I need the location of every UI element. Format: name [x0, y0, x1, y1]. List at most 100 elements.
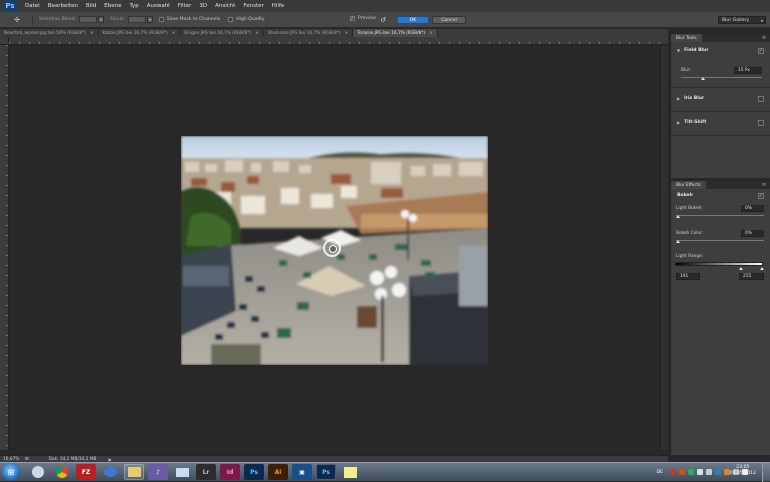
bokeh-checkbox[interactable]: ✓ — [758, 193, 764, 199]
blur-slider-track[interactable] — [681, 77, 762, 78]
app-icon[interactable]: ▣ — [292, 464, 312, 480]
photoshop-running-icon[interactable]: Ps — [316, 464, 336, 480]
menu-hilfe[interactable]: Hilfe — [268, 3, 289, 9]
tab-document[interactable]: Katzer.JPG bei 16,7% (RGB/8*) × — [99, 29, 181, 37]
blur-pin-handle[interactable] — [323, 239, 341, 257]
tilt-shift-checkbox[interactable] — [758, 120, 764, 126]
document-size: Dok: 34,2 MB/34,2 MB — [48, 456, 97, 462]
chrome-icon[interactable] — [52, 464, 72, 480]
tray-network-icon[interactable] — [697, 469, 703, 475]
folder-icon[interactable] — [124, 464, 144, 480]
blur-slider-thumb[interactable] — [701, 77, 705, 80]
iris-blur-checkbox[interactable] — [758, 96, 764, 102]
tilt-shift-row[interactable]: ▶ Tilt-Shift — [677, 120, 706, 125]
bokeh-color-field[interactable]: 0% — [741, 230, 764, 237]
focus-field[interactable] — [127, 16, 146, 23]
light-range-low-field[interactable]: 191 — [676, 273, 700, 280]
start-button[interactable]: ⊞ — [2, 463, 20, 481]
menu-datei[interactable]: Datei — [21, 3, 44, 9]
iris-blur-row[interactable]: ▶ Iris Blur — [677, 96, 704, 101]
close-icon[interactable]: × — [345, 31, 349, 36]
menu-3d[interactable]: 3D — [195, 3, 211, 9]
focus-dropdown[interactable]: ▾ — [146, 16, 153, 23]
tab-document[interactable]: Stockrose.JPG bei 16,7% (RGB/8*) × — [264, 29, 354, 37]
pin-tool-icon[interactable]: ✢ — [8, 15, 26, 25]
clock-date: 03.05.2012 — [729, 471, 756, 476]
tab-document[interactable]: NewYork_worker.jpg bei 50% (RGB/8*) × — [0, 29, 99, 37]
light-range-label: Light Range: — [676, 254, 704, 259]
workspace-switcher[interactable]: Blur Gallery ▾ — [718, 16, 766, 24]
menu-ansicht[interactable]: Ansicht — [211, 3, 239, 9]
panel-menu-icon[interactable]: ≡ — [762, 182, 766, 188]
filezilla-icon[interactable]: FZ — [76, 464, 96, 480]
winamp-icon[interactable]: ♪ — [148, 464, 168, 480]
blur-effects-tab[interactable]: Blur Effects — [671, 181, 706, 189]
close-icon[interactable]: × — [429, 31, 433, 36]
ok-button[interactable]: OK — [397, 16, 429, 24]
close-icon[interactable]: × — [172, 31, 176, 36]
photoshop-window: Ps Datei Bearbeiten Bild Ebene Typ Auswa… — [0, 0, 770, 482]
bokeh-color-slider-thumb[interactable] — [676, 240, 680, 243]
tab-label: NewYork_worker.jpg bei 50% (RGB/8*) — [4, 30, 86, 36]
light-bokeh-slider-thumb[interactable] — [676, 215, 680, 218]
blur-value-field[interactable]: 15 Px — [734, 67, 762, 74]
light-range-low-thumb[interactable] — [739, 267, 743, 270]
menu-fenster[interactable]: Fenster — [239, 3, 267, 9]
light-bokeh-field[interactable]: 0% — [741, 205, 764, 212]
menu-typ[interactable]: Typ — [125, 3, 142, 9]
bokeh-color-slider-track[interactable] — [676, 240, 764, 241]
vertical-ruler[interactable] — [0, 45, 9, 450]
expand-triangle-icon[interactable]: ▼ — [677, 48, 680, 53]
illustrator-icon[interactable]: Ai — [268, 464, 288, 480]
thunderbird-icon[interactable] — [100, 464, 120, 480]
mail-icon[interactable] — [172, 464, 192, 480]
language-indicator[interactable]: DE — [657, 470, 663, 475]
tray-volume-icon[interactable] — [706, 469, 712, 475]
status-info-icon[interactable]: ⊞ — [25, 457, 29, 462]
field-blur-checkbox[interactable]: ✓ — [758, 48, 764, 54]
expand-triangle-icon[interactable]: ▶ — [677, 120, 680, 125]
reset-pins-icon[interactable]: ↺ — [378, 15, 388, 25]
clock[interactable]: 23:05 03.05.2012 — [730, 465, 756, 477]
selection-bleed-field[interactable] — [79, 16, 98, 23]
preview-checkbox[interactable]: ✓ — [350, 16, 355, 22]
show-desktop-button[interactable] — [762, 463, 770, 482]
light-range-high-thumb[interactable] — [760, 267, 764, 270]
expand-triangle-icon[interactable]: ▶ — [677, 96, 680, 101]
menu-ebene[interactable]: Ebene — [100, 3, 125, 9]
sticky-notes-icon[interactable] — [340, 464, 360, 480]
light-bokeh-slider-track[interactable] — [676, 215, 764, 216]
tray-mail-icon[interactable] — [670, 469, 676, 475]
field-blur-row[interactable]: ▼ Field Blur — [677, 48, 708, 53]
status-menu-arrow-icon[interactable]: ▶ — [108, 457, 111, 462]
tab-label: Ringen.JPG bei 16,7% (RGB/8*) — [184, 30, 252, 36]
selection-bleed-dropdown[interactable]: ▾ — [98, 16, 105, 23]
menu-filter[interactable]: Filter — [174, 3, 196, 9]
tab-document[interactable]: Ringen.JPG bei 16,7% (RGB/8*) × — [180, 29, 264, 37]
close-icon[interactable]: × — [90, 31, 94, 36]
panel-menu-icon[interactable]: ≡ — [762, 35, 766, 41]
menu-auswahl[interactable]: Auswahl — [143, 3, 174, 9]
indesign-icon[interactable]: Id — [220, 464, 240, 480]
photoshop-icon[interactable]: Ps — [244, 464, 264, 480]
tab-document-active[interactable]: Terasse.JPG bei 16,7% (RGB/8*) × — [353, 29, 438, 37]
tray-security-icon[interactable] — [688, 469, 694, 475]
lightroom-icon[interactable]: Lr — [196, 464, 216, 480]
cancel-button[interactable]: Cancel — [432, 16, 466, 24]
menu-bild[interactable]: Bild — [82, 3, 100, 9]
zoom-level[interactable]: 16,67% — [3, 457, 25, 462]
high-quality-checkbox[interactable] — [228, 17, 234, 22]
light-range-high-field[interactable]: 255 — [739, 273, 764, 280]
tray-flag-icon[interactable] — [715, 469, 721, 475]
horizontal-ruler[interactable] — [9, 37, 668, 45]
vertical-scrollbar[interactable] — [660, 45, 668, 450]
explorer-icon[interactable] — [28, 464, 48, 480]
ruler-corner — [0, 37, 9, 45]
high-quality-label: High Quality — [236, 17, 265, 22]
tray-app-icon[interactable] — [679, 469, 685, 475]
menu-bearbeiten[interactable]: Bearbeiten — [44, 3, 82, 9]
taskbar: ⊞ FZ ♪ Lr Id Ps Ai ▣ Ps DE 23:05 03.05.2… — [0, 462, 770, 482]
save-mask-checkbox[interactable] — [158, 17, 164, 22]
blur-tools-tab[interactable]: Blur Tools — [671, 34, 702, 42]
close-icon[interactable]: × — [255, 31, 259, 36]
